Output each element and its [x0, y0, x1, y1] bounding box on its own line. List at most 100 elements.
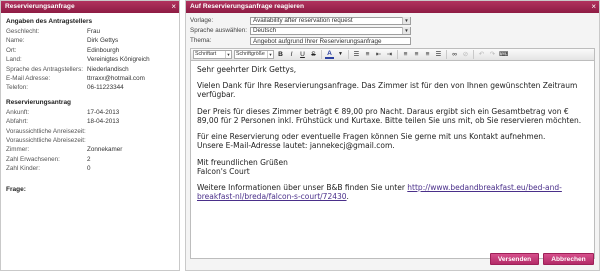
- message-editor[interactable]: Sehr geehrter Dirk Gettys, Vielen Dank f…: [190, 60, 595, 259]
- field-value: [87, 128, 174, 135]
- children-row: Zahl Kinder: 0: [6, 165, 174, 172]
- strikethrough-button[interactable]: S: [309, 50, 318, 59]
- template-select[interactable]: Availability after reservation request ▼: [250, 16, 411, 25]
- toolbar-divider: [473, 49, 474, 59]
- bold-button[interactable]: B: [276, 50, 285, 59]
- field-label: Name:: [6, 37, 25, 45]
- field-value: Niederlandisch: [87, 65, 129, 73]
- chevron-down-icon: ▼: [402, 27, 410, 35]
- field-value: [87, 137, 174, 144]
- reservation-panel-title: Reservierungsanfrage: [5, 3, 75, 10]
- underline-button[interactable]: U: [298, 50, 307, 59]
- applicant-phone-row: Telefon: 06-11223344: [6, 84, 174, 91]
- email-line: Unsere E-Mail-Adresse lautet: jannekecj@…: [197, 141, 395, 150]
- departure-time-row: Voraussichtliche Abreisezeit:: [6, 137, 174, 144]
- toolbar-divider: [446, 49, 447, 59]
- field-value: 0: [87, 165, 91, 173]
- language-value: Deutsch: [253, 27, 277, 35]
- field-label: Zahl Erwachsenen:: [6, 155, 60, 163]
- redo-icon[interactable]: ↷: [488, 50, 497, 59]
- reply-panel: Auf Reservierungsanfrage reagieren × Vor…: [185, 0, 600, 271]
- source-code-icon[interactable]: ⌨: [499, 50, 509, 59]
- unlink-icon[interactable]: ⊘: [461, 50, 470, 59]
- template-label: Vorlage:: [190, 17, 214, 25]
- field-label: Voraussichtliche Abreisezeit:: [6, 137, 86, 145]
- field-label: Sprache des Antragstellers:: [6, 65, 84, 73]
- contact-line: Für eine Reservierung oder eventuelle Fr…: [197, 132, 546, 141]
- font-family-label: Schriftart: [195, 51, 217, 57]
- reply-panel-header: Auf Reservierungsanfrage reagieren ×: [186, 1, 599, 13]
- question-label: Frage:: [6, 185, 26, 193]
- action-buttons: Versenden Abbrechen: [490, 253, 594, 265]
- signature-line: Falcon's Court: [197, 166, 250, 176]
- indent-icon[interactable]: ⇥: [385, 50, 394, 59]
- align-left-icon[interactable]: ≡: [401, 50, 410, 59]
- body-paragraph-1: Vielen Dank für Ihre Reservierungsanfrag…: [197, 81, 578, 99]
- subject-row: Thema: Angebot aufgrund Ihrer Reservieru…: [190, 36, 595, 46]
- undo-icon[interactable]: ↶: [477, 50, 486, 59]
- applicant-city-row: Ort: Edinbourgh: [6, 47, 174, 54]
- applicant-name-row: Name: Dirk Gettys: [6, 37, 174, 44]
- chevron-down-icon: ▼: [267, 50, 273, 58]
- link-icon[interactable]: ∞: [450, 50, 459, 59]
- toolbar-divider: [348, 49, 349, 59]
- field-value: ttrraxx@hotmail.com: [87, 75, 145, 83]
- language-select[interactable]: Deutsch ▼: [250, 26, 411, 35]
- more-info-text: Weitere Informationen über unser B&B fin…: [197, 183, 408, 192]
- closing-line: Mit freundlichen Grüßen: [197, 157, 288, 167]
- field-value: Frau: [87, 28, 100, 35]
- subject-label: Thema:: [190, 37, 212, 45]
- cancel-button[interactable]: Abbrechen: [543, 253, 594, 265]
- field-label: Voraussichtliche Anreisezeit:: [6, 127, 86, 135]
- chevron-down-icon: ▼: [402, 17, 410, 25]
- close-icon[interactable]: ×: [171, 2, 176, 12]
- field-label: Zahl Kinder:: [6, 165, 40, 173]
- language-row: Sprache auswählen: Deutsch ▼: [190, 26, 595, 36]
- field-label: Ankunft:: [6, 108, 30, 116]
- align-justify-icon[interactable]: ☰: [434, 50, 443, 59]
- template-value: Availability after reservation request: [253, 17, 353, 25]
- request-heading: Reservierungsantrag: [6, 98, 72, 106]
- applicant-heading: Angaben des Antragstellers: [6, 18, 93, 25]
- greeting-text: Sehr geehrter Dirk Gettys,: [197, 64, 297, 74]
- field-label: Zimmer:: [6, 146, 30, 154]
- toolbar-divider: [397, 49, 398, 59]
- subject-input[interactable]: Angebot aufgrund Ihrer Reservierungsanfr…: [250, 36, 411, 45]
- italic-button[interactable]: I: [287, 50, 296, 59]
- departure-row: Abfahrt: 18-04-2013: [6, 118, 174, 125]
- send-button[interactable]: Versenden: [490, 253, 539, 265]
- toolbar-divider: [321, 49, 322, 59]
- field-value: Dirk Gettys: [87, 37, 119, 45]
- language-label: Sprache auswählen:: [190, 27, 248, 35]
- bullet-list-icon[interactable]: ☰: [352, 50, 361, 59]
- applicant-gender-row: Geschlecht: Frau: [6, 28, 174, 35]
- field-value: 2: [87, 155, 91, 163]
- font-size-select[interactable]: Schriftgröße ▼: [234, 49, 274, 59]
- color-chevron-icon[interactable]: ▼: [336, 50, 345, 59]
- editor-toolbar: Schriftart ▼ Schriftgröße ▼ B I U S A ▼ …: [190, 47, 595, 61]
- reservation-request-panel: Reservierungsanfrage × Angaben des Antra…: [0, 0, 180, 271]
- align-center-icon[interactable]: ≡: [412, 50, 421, 59]
- closing-block: Mit freundlichen Grüßen Falcon's Court: [197, 158, 588, 176]
- field-label: E-Mail Adresse:: [6, 75, 51, 83]
- font-size-label: Schriftgröße: [236, 51, 265, 57]
- field-value: 17-04-2013: [87, 108, 120, 116]
- room-row: Zimmer: Zonnekamer: [6, 146, 174, 153]
- reservation-panel-header: Reservierungsanfrage ×: [1, 1, 179, 13]
- arrival-time-row: Voraussichtliche Anreisezeit:: [6, 128, 174, 135]
- field-label: Land:: [6, 56, 22, 64]
- field-label: Telefon:: [6, 84, 29, 92]
- field-value: 18-04-2013: [87, 118, 120, 126]
- numbered-list-icon[interactable]: ≡: [363, 50, 372, 59]
- outdent-icon[interactable]: ⇤: [374, 50, 383, 59]
- template-row: Vorlage: Availability after reservation …: [190, 16, 595, 26]
- font-family-select[interactable]: Schriftart ▼: [193, 49, 232, 59]
- text-color-button[interactable]: A: [325, 50, 334, 59]
- body-paragraph-3: Für eine Reservierung oder eventuelle Fr…: [197, 132, 588, 150]
- field-value: Zonnekamer: [87, 146, 123, 154]
- align-right-icon[interactable]: ≡: [423, 50, 432, 59]
- field-value: Edinbourgh: [87, 46, 120, 54]
- field-value: Vereinigtes Königreich: [87, 56, 150, 64]
- close-icon[interactable]: ×: [591, 2, 596, 12]
- applicant-country-row: Land: Vereinigtes Königreich: [6, 56, 174, 63]
